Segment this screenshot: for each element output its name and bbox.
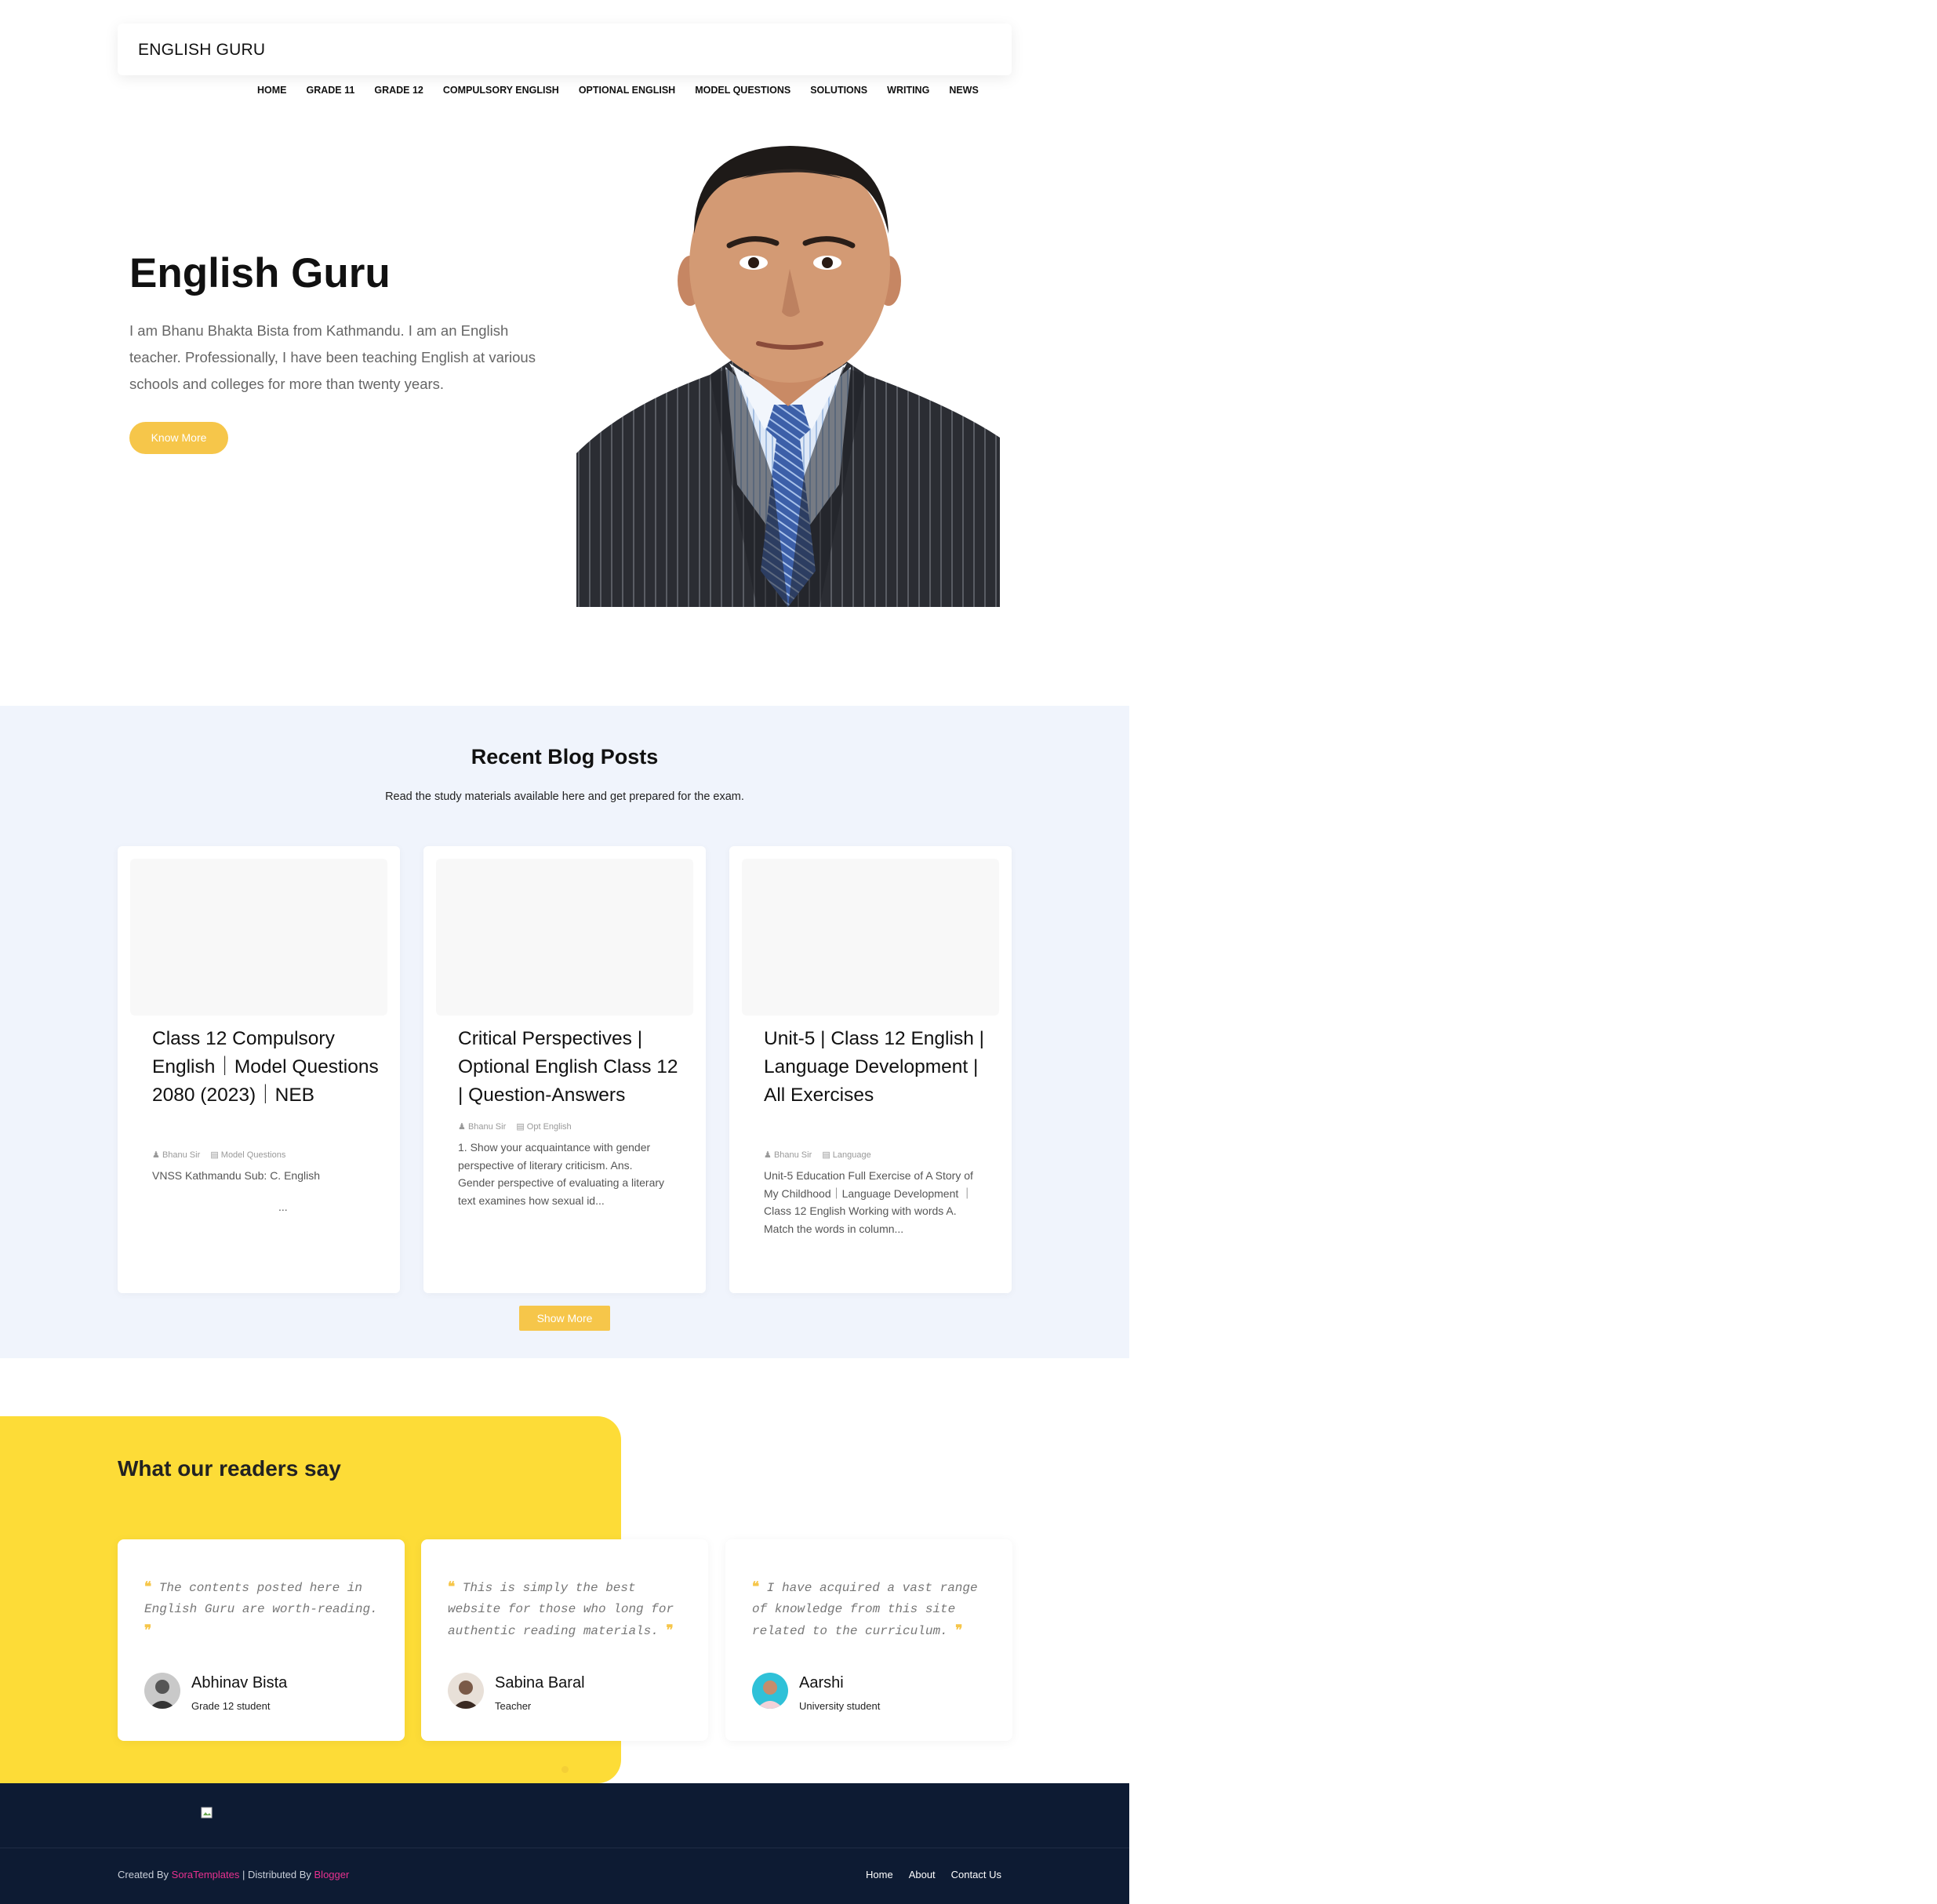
testimonial-card: ❝ This is simply the best website for th… (421, 1539, 708, 1741)
know-more-button[interactable]: Know More (129, 422, 228, 454)
hero-title: English Guru (129, 250, 391, 296)
testimonial-quote: ❝ I have acquired a vast range of knowle… (752, 1577, 991, 1642)
testimonials-heading: What our readers say (118, 1456, 341, 1481)
blog-card[interactable]: Class 12 Compulsory English｜Model Questi… (118, 846, 400, 1293)
nav-writing[interactable]: WRITING (887, 85, 929, 100)
nav-home[interactable]: HOME (257, 85, 287, 100)
credit-prefix: Created By (118, 1869, 172, 1880)
testimonial-name: Sabina Baral (495, 1674, 585, 1691)
nav-news[interactable]: NEWS (949, 85, 979, 100)
blogger-link[interactable]: Blogger (314, 1869, 350, 1880)
portrait-photo-icon (576, 116, 1000, 607)
footer-link-home[interactable]: Home (866, 1869, 893, 1880)
post-excerpt: Unit-5 Education Full Exercise of A Stor… (764, 1169, 973, 1235)
post-title[interactable]: Class 12 Compulsory English｜Model Questi… (152, 1025, 380, 1110)
avatar (752, 1673, 788, 1709)
post-title[interactable]: Unit-5 | Class 12 English | Language Dev… (764, 1025, 991, 1110)
testimonial-role: Grade 12 student (191, 1700, 271, 1712)
avatar (448, 1673, 484, 1709)
post-title[interactable]: Critical Perspectives | Optional English… (458, 1025, 685, 1110)
post-thumbnail[interactable] (742, 859, 999, 1016)
hero-portrait-image (576, 116, 1000, 607)
open-quote-icon: ❝ (144, 1579, 152, 1595)
credit-middle: | Distributed By (239, 1869, 314, 1880)
post-author[interactable]: Bhanu Sir (162, 1150, 200, 1160)
testimonial-quote: ❝ The contents posted here in English Gu… (144, 1577, 383, 1642)
testimonial-card: ❝ The contents posted here in English Gu… (118, 1539, 405, 1741)
nav-compulsory-english[interactable]: COMPULSORY ENGLISH (443, 85, 559, 100)
folder-icon: ▤ (822, 1150, 830, 1160)
post-author[interactable]: Bhanu Sir (774, 1150, 812, 1160)
avatar (144, 1673, 180, 1709)
post-ellipsis: ... (278, 1201, 288, 1213)
footer-top (0, 1783, 1129, 1848)
nav-grade-12[interactable]: GRADE 12 (374, 85, 423, 100)
footer-link-contact[interactable]: Contact Us (951, 1869, 1001, 1880)
open-quote-icon: ❝ (448, 1579, 456, 1595)
hero-description: I am Bhanu Bhakta Bista from Kathmandu. … (129, 322, 536, 392)
testimonial-card: ❝ I have acquired a vast range of knowle… (725, 1539, 1012, 1741)
close-quote-icon: ❞ (666, 1622, 674, 1638)
broken-image-icon (201, 1807, 213, 1819)
testimonial-quote: ❝ This is simply the best website for th… (448, 1577, 687, 1642)
testimonial-text: This is simply the best website for thos… (448, 1581, 674, 1638)
open-quote-icon: ❝ (752, 1579, 760, 1595)
user-icon: ♟ (152, 1150, 160, 1160)
testimonial-text: I have acquired a vast range of knowledg… (752, 1581, 978, 1638)
footer-credit: Created By SoraTemplates | Distributed B… (118, 1869, 349, 1880)
blog-heading: Recent Blog Posts (471, 745, 659, 769)
folder-icon: ▤ (516, 1122, 525, 1132)
blog-card[interactable]: Critical Perspectives | Optional English… (423, 846, 706, 1293)
carousel-dot[interactable] (561, 1766, 569, 1773)
post-category[interactable]: Language (833, 1150, 871, 1160)
brand-bar: ENGLISH GURU (118, 24, 1012, 75)
blog-card[interactable]: Unit-5 | Class 12 English | Language Dev… (729, 846, 1012, 1293)
post-excerpt: VNSS Kathmandu Sub: C. English (152, 1169, 321, 1182)
footer-links: Home About Contact Us (866, 1869, 1001, 1880)
blog-subheading: Read the study materials available here … (385, 790, 744, 803)
nav-model-questions[interactable]: MODEL QUESTIONS (695, 85, 790, 100)
post-thumbnail[interactable] (130, 859, 387, 1016)
post-category[interactable]: Model Questions (221, 1150, 286, 1160)
nav-grade-11[interactable]: GRADE 11 (307, 85, 355, 100)
post-meta: ♟ Bhanu Sir ▤ Language (764, 1150, 871, 1160)
close-quote-icon: ❞ (144, 1622, 152, 1638)
testimonial-name: Abhinav Bista (191, 1674, 288, 1691)
footer-link-about[interactable]: About (909, 1869, 936, 1880)
testimonial-role: Teacher (495, 1700, 532, 1712)
testimonial-role: University student (799, 1700, 881, 1712)
post-category[interactable]: Opt English (527, 1122, 572, 1132)
post-meta: ♟ Bhanu Sir ▤ Opt English (458, 1121, 572, 1132)
site-logo-text[interactable]: ENGLISH GURU (138, 41, 265, 60)
post-excerpt: 1. Show your acquaintance with gender pe… (458, 1141, 665, 1207)
post-meta: ♟ Bhanu Sir ▤ Model Questions (152, 1150, 285, 1160)
close-quote-icon: ❞ (955, 1622, 963, 1638)
show-more-button[interactable]: Show More (519, 1306, 610, 1331)
testimonial-name: Aarshi (799, 1674, 844, 1691)
soratemplates-link[interactable]: SoraTemplates (172, 1869, 240, 1880)
folder-icon: ▤ (210, 1150, 219, 1160)
user-icon: ♟ (458, 1122, 466, 1132)
post-thumbnail[interactable] (436, 859, 693, 1016)
testimonial-text: The contents posted here in English Guru… (144, 1581, 378, 1616)
post-author[interactable]: Bhanu Sir (468, 1122, 506, 1132)
nav-optional-english[interactable]: OPTIONAL ENGLISH (579, 85, 675, 100)
main-nav: HOME GRADE 11 GRADE 12 COMPULSORY ENGLIS… (257, 85, 979, 100)
nav-solutions[interactable]: SOLUTIONS (810, 85, 867, 100)
user-icon: ♟ (764, 1150, 772, 1160)
